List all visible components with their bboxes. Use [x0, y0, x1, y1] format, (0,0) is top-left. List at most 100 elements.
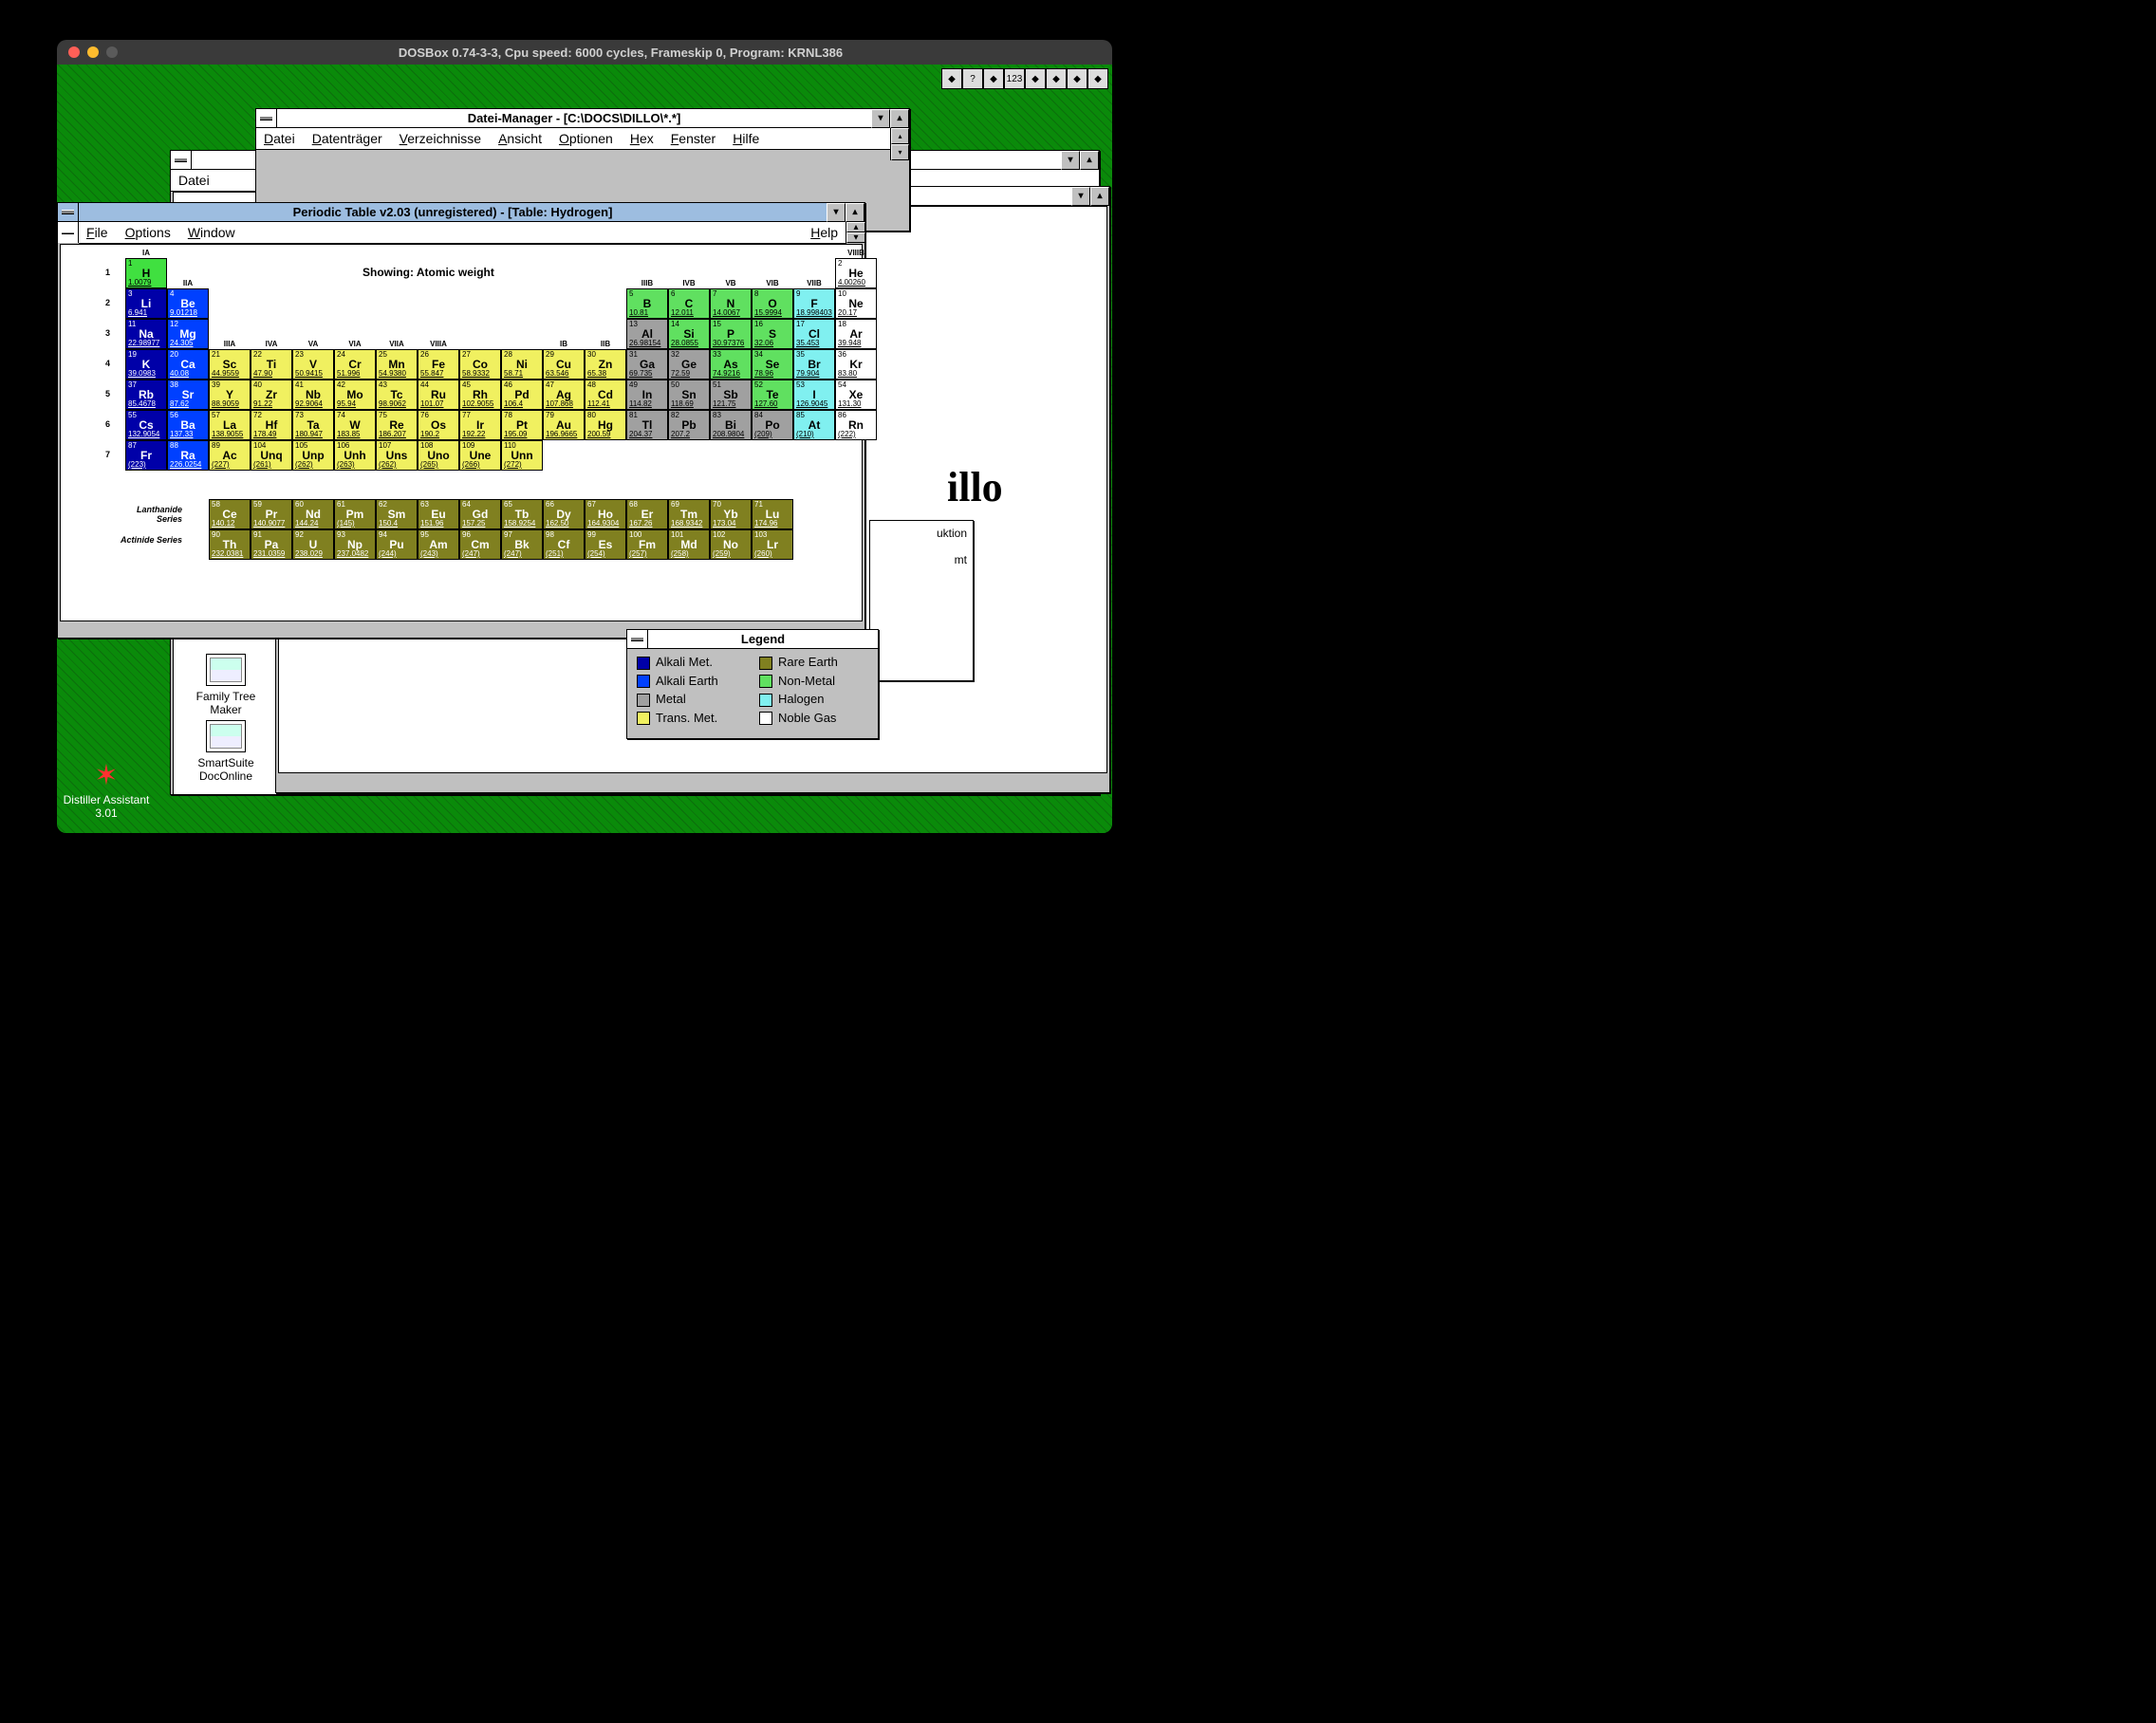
element-Md[interactable]: 101Md(258)	[668, 529, 710, 560]
maximize-button[interactable]: ▴	[1090, 187, 1109, 206]
element-I[interactable]: 53I126.9045	[793, 380, 835, 410]
element-Unp[interactable]: 105Unp(262)	[292, 440, 334, 471]
mdi-spin[interactable]: ▴▾	[890, 128, 909, 160]
element-Ga[interactable]: 31Ga69.735	[626, 349, 668, 380]
element-C[interactable]: 6C12.011	[668, 288, 710, 319]
element-Bi[interactable]: 83Bi208.9804	[710, 410, 752, 440]
macos-titlebar[interactable]: DOSBox 0.74-3-3, Cpu speed: 6000 cycles,…	[57, 40, 1112, 65]
close-icon[interactable]	[68, 46, 80, 58]
tray-tip-icon[interactable]: ◆	[1087, 68, 1108, 89]
element-Cf[interactable]: 98Cf(251)	[543, 529, 585, 560]
element-Zr[interactable]: 40Zr91.22	[251, 380, 292, 410]
element-Sn[interactable]: 50Sn118.69	[668, 380, 710, 410]
element-Gd[interactable]: 64Gd157.25	[459, 499, 501, 529]
desktop-icon-distiller[interactable]: Distiller Assistant 3.01	[61, 759, 152, 820]
tray-A-icon[interactable]: ◆	[1067, 68, 1087, 89]
element-Ta[interactable]: 73Ta180.947	[292, 410, 334, 440]
element-Mn[interactable]: 25Mn54.9380	[376, 349, 418, 380]
tray-clk-icon[interactable]: ◆	[983, 68, 1004, 89]
element-Se[interactable]: 34Se78.96	[752, 349, 793, 380]
menu-options[interactable]: Options	[125, 225, 171, 240]
element-Ra[interactable]: 88Ra226.0254	[167, 440, 209, 471]
tray-app-icon[interactable]: ◆	[941, 68, 962, 89]
element-Pb[interactable]: 82Pb207.2	[668, 410, 710, 440]
element-Mo[interactable]: 42Mo95.94	[334, 380, 376, 410]
element-Pt[interactable]: 78Pt195.09	[501, 410, 543, 440]
element-Cr[interactable]: 24Cr51.996	[334, 349, 376, 380]
element-Ti[interactable]: 22Ti47.90	[251, 349, 292, 380]
element-Mg[interactable]: 12Mg24.305	[167, 319, 209, 349]
element-Fr[interactable]: 87Fr(223)	[125, 440, 167, 471]
menu-fenster[interactable]: Fenster	[671, 131, 716, 146]
menu-hex[interactable]: Hex	[630, 131, 654, 146]
element-N[interactable]: 7N14.0067	[710, 288, 752, 319]
element-Os[interactable]: 76Os190.2	[418, 410, 459, 440]
element-Pa[interactable]: 91Pa231.0359	[251, 529, 292, 560]
element-Pr[interactable]: 59Pr140.9077	[251, 499, 292, 529]
maximize-button[interactable]: ▴	[846, 203, 864, 222]
element-Cd[interactable]: 48Cd112.41	[585, 380, 626, 410]
maximize-button[interactable]: ▴	[890, 109, 909, 128]
element-B[interactable]: 5B10.81	[626, 288, 668, 319]
element-Cs[interactable]: 55Cs132.9054	[125, 410, 167, 440]
element-Ni[interactable]: 28Ni58.71	[501, 349, 543, 380]
element-Rh[interactable]: 45Rh102.9055	[459, 380, 501, 410]
tray-pal-icon[interactable]: ◆	[1046, 68, 1067, 89]
menu-file[interactable]: File	[86, 225, 108, 240]
menu-optionen[interactable]: Optionen	[559, 131, 613, 146]
minimize-button[interactable]: ▾	[1071, 187, 1090, 206]
menu-datei[interactable]: Datei	[264, 131, 295, 146]
element-Uno[interactable]: 108Uno(265)	[418, 440, 459, 471]
tray-vol-icon[interactable]: ◆	[1025, 68, 1046, 89]
element-Ca[interactable]: 20Ca40.08	[167, 349, 209, 380]
element-Cu[interactable]: 29Cu63.546	[543, 349, 585, 380]
element-Am[interactable]: 95Am(243)	[418, 529, 459, 560]
element-Kr[interactable]: 36Kr83.80	[835, 349, 877, 380]
win31-desktop[interactable]: ◆?◆123◆◆◆◆ ▾ ▴ ▾ ▴ Datei Family Tree Mak…	[57, 65, 1112, 833]
element-Y[interactable]: 39Y88.9059	[209, 380, 251, 410]
sysmenu-icon[interactable]	[627, 630, 648, 649]
element-Be[interactable]: 4Be9.01218	[167, 288, 209, 319]
element-Dy[interactable]: 66Dy162.50	[543, 499, 585, 529]
element-Te[interactable]: 52Te127.60	[752, 380, 793, 410]
element-Hf[interactable]: 72Hf178.49	[251, 410, 292, 440]
element-No[interactable]: 102No(259)	[710, 529, 752, 560]
element-Ba[interactable]: 56Ba137.33	[167, 410, 209, 440]
element-Tl[interactable]: 81Tl204.37	[626, 410, 668, 440]
element-Fe[interactable]: 26Fe55.847	[418, 349, 459, 380]
element-V[interactable]: 23V50.9415	[292, 349, 334, 380]
periodic-table[interactable]: Showing: Atomic weight IAIIAIIIAIVAVAVIA…	[78, 247, 858, 617]
element-Pm[interactable]: 61Pm(145)	[334, 499, 376, 529]
element-Eu[interactable]: 63Eu151.96	[418, 499, 459, 529]
element-O[interactable]: 8O15.9994	[752, 288, 793, 319]
element-Sm[interactable]: 62Sm150.4	[376, 499, 418, 529]
mdi-sysmenu-icon[interactable]	[58, 222, 79, 243]
element-Bk[interactable]: 97Bk(247)	[501, 529, 543, 560]
element-Ag[interactable]: 47Ag107.868	[543, 380, 585, 410]
element-Sr[interactable]: 38Sr87.62	[167, 380, 209, 410]
traffic-lights[interactable]	[57, 46, 129, 58]
element-Lr[interactable]: 103Lr(260)	[752, 529, 793, 560]
element-Ac[interactable]: 89Ac(227)	[209, 440, 251, 471]
legend-window[interactable]: Legend Alkali Met.Rare EarthAlkali Earth…	[626, 629, 879, 739]
element-Pd[interactable]: 46Pd106.4	[501, 380, 543, 410]
element-Po[interactable]: 84Po(209)	[752, 410, 793, 440]
menu-hilfe[interactable]: Hilfe	[733, 131, 759, 146]
minimize-button[interactable]: ▾	[1061, 151, 1080, 170]
element-Ne[interactable]: 10Ne20.17	[835, 288, 877, 319]
element-Xe[interactable]: 54Xe131.30	[835, 380, 877, 410]
element-Al[interactable]: 13Al26.98154	[626, 319, 668, 349]
element-Ar[interactable]: 18Ar39.948	[835, 319, 877, 349]
menu-datei[interactable]: Datei	[178, 173, 210, 188]
menu-bar[interactable]: FileOptionsWindowHelp	[79, 222, 846, 244]
sysmenu-icon[interactable]	[256, 109, 277, 128]
menu-ansicht[interactable]: Ansicht	[498, 131, 542, 146]
element-Re[interactable]: 75Re186.207	[376, 410, 418, 440]
mdi-up-button[interactable]: ▴	[846, 222, 865, 232]
maximize-button[interactable]: ▴	[1080, 151, 1099, 170]
element-Uns[interactable]: 107Uns(262)	[376, 440, 418, 471]
element-P[interactable]: 15P30.97376	[710, 319, 752, 349]
element-Zn[interactable]: 30Zn65.38	[585, 349, 626, 380]
element-Nb[interactable]: 41Nb92.9064	[292, 380, 334, 410]
element-Yb[interactable]: 70Yb173.04	[710, 499, 752, 529]
